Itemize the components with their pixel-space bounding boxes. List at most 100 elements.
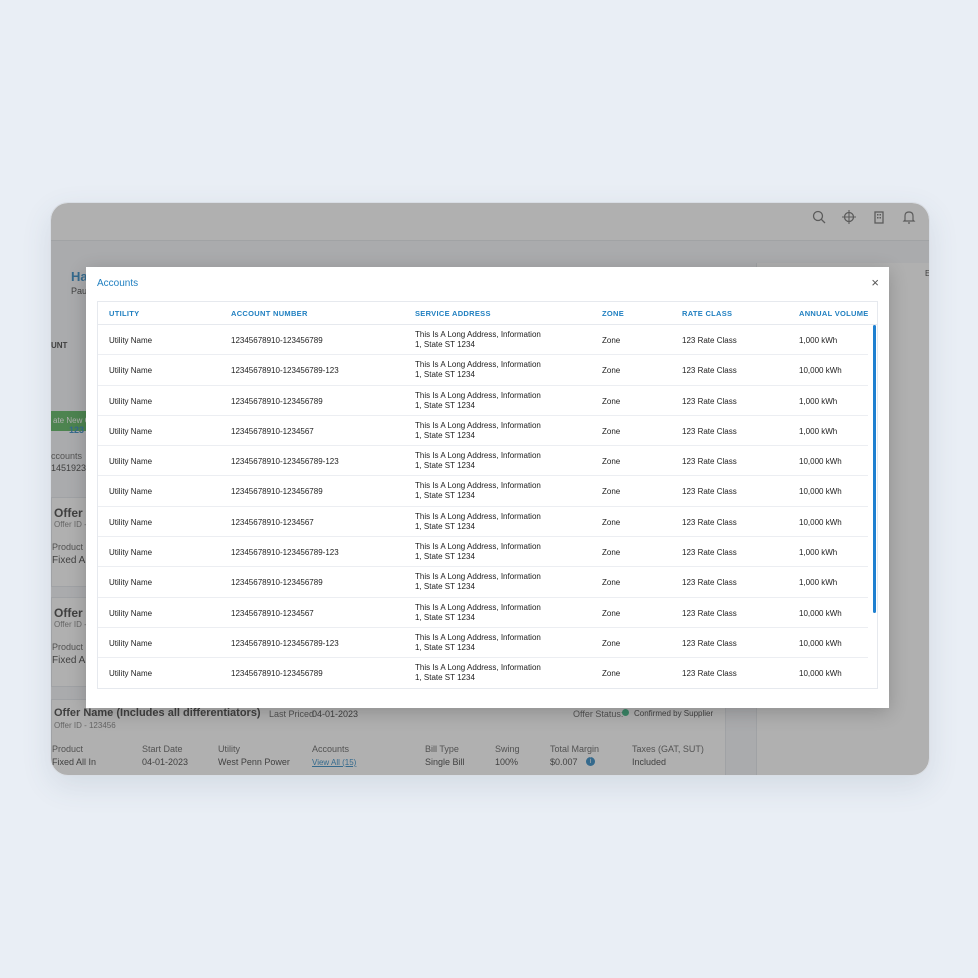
address-line-2: 1, State ST 1234 (415, 552, 475, 562)
address-line-1: This Is A Long Address, Information (415, 632, 541, 642)
address-line-1: This Is A Long Address, Information (415, 542, 541, 552)
service-address-cell: This Is A Long Address, Information 1, St… (415, 481, 541, 501)
utility-cell: Utility Name (109, 426, 153, 436)
address-line-1: This Is A Long Address, Information (415, 360, 541, 370)
service-address-cell: This Is A Long Address, Information 1, St… (415, 360, 541, 380)
zone-cell: Zone (602, 669, 621, 679)
table-row[interactable]: Utility Name 12345678910-123456789-123 Thi… (98, 355, 868, 386)
utility-cell: Utility Name (109, 366, 153, 376)
table-row[interactable]: Utility Name 12345678910-1234567 This Is A… (98, 507, 868, 538)
column-header-annual-volume[interactable]: ANNUAL VOLUME (799, 309, 869, 318)
account-number-cell: 12345678910-123456789-123 (231, 638, 339, 648)
utility-cell: Utility Name (109, 396, 153, 406)
account-number-cell: 12345678910-123456789 (231, 578, 323, 588)
zone-cell: Zone (602, 578, 621, 588)
zone-cell: Zone (602, 487, 621, 497)
service-address-cell: This Is A Long Address, Information 1, St… (415, 391, 541, 411)
table-row[interactable]: Utility Name 12345678910-123456789-123 Thi… (98, 537, 868, 568)
service-address-cell: This Is A Long Address, Information 1, St… (415, 572, 541, 592)
zone-cell: Zone (602, 426, 621, 436)
table-scrollbar[interactable] (873, 325, 876, 613)
rate-class-cell: 123 Rate Class (682, 638, 737, 648)
account-number-cell: 12345678910-123456789 (231, 336, 323, 345)
table-row[interactable]: Utility Name 12345678910-123456789 This Is… (98, 386, 868, 416)
service-address-cell: This Is A Long Address, Information 1, St… (415, 633, 541, 653)
table-row[interactable]: Utility Name 12345678910-1234567 This Is A… (98, 598, 868, 628)
address-line-2: 1, State ST 1234 (415, 612, 475, 622)
rate-class-cell: 123 Rate Class (682, 548, 737, 558)
account-number-cell: 12345678910-1234567 (231, 426, 314, 436)
table-row[interactable]: Utility Name 12345678910-123456789-123 Thi… (98, 628, 868, 659)
address-line-2: 1, State ST 1234 (415, 430, 475, 440)
close-icon[interactable]: × (871, 276, 879, 290)
service-address-cell: This Is A Long Address, Information 1, St… (415, 330, 541, 350)
table-row[interactable]: Utility Name 12345678910-123456789 This Is… (98, 476, 868, 507)
column-header-utility[interactable]: UTILITY (109, 309, 139, 318)
service-address-cell: This Is A Long Address, Information 1, St… (415, 663, 541, 683)
address-line-2: 1, State ST 1234 (415, 370, 475, 380)
address-line-1: This Is A Long Address, Information (415, 572, 541, 582)
annual-volume-cell: 10,000 kWh (799, 517, 842, 527)
column-header-zone[interactable]: ZONE (602, 309, 624, 318)
address-line-1: This Is A Long Address, Information (415, 451, 541, 461)
rate-class-cell: 123 Rate Class (682, 396, 737, 406)
service-address-cell: This Is A Long Address, Information 1, St… (415, 451, 541, 471)
utility-cell: Utility Name (109, 457, 153, 467)
rate-class-cell: 123 Rate Class (682, 578, 737, 588)
address-line-2: 1, State ST 1234 (415, 491, 475, 501)
table-header: UTILITY ACCOUNT NUMBER SERVICE ADDRESS Z… (98, 302, 877, 325)
service-address-cell: This Is A Long Address, Information 1, St… (415, 603, 541, 623)
address-line-2: 1, State ST 1234 (415, 340, 475, 349)
table-row[interactable]: Utility Name 12345678910-123456789 This Is… (98, 658, 868, 688)
address-line-2: 1, State ST 1234 (415, 673, 475, 683)
address-line-1: This Is A Long Address, Information (415, 420, 541, 430)
address-line-2: 1, State ST 1234 (415, 461, 475, 471)
zone-cell: Zone (602, 396, 621, 406)
column-header-service-address[interactable]: SERVICE ADDRESS (415, 309, 491, 318)
utility-cell: Utility Name (109, 669, 153, 679)
utility-cell: Utility Name (109, 517, 153, 527)
zone-cell: Zone (602, 366, 621, 376)
table-row[interactable]: Utility Name 12345678910-1234567 This Is A… (98, 416, 868, 447)
modal-title: Accounts (97, 278, 139, 289)
annual-volume-cell: 1,000 kWh (799, 578, 838, 588)
annual-volume-cell: 10,000 kWh (799, 366, 842, 376)
address-line-2: 1, State ST 1234 (415, 642, 475, 652)
rate-class-cell: 123 Rate Class (682, 366, 737, 376)
table-row[interactable]: Utility Name 12345678910-123456789 This Is… (98, 567, 868, 598)
column-header-account-number[interactable]: ACCOUNT NUMBER (231, 309, 308, 318)
zone-cell: Zone (602, 517, 621, 527)
rate-class-cell: 123 Rate Class (682, 426, 737, 436)
address-line-2: 1, State ST 1234 (415, 582, 475, 592)
annual-volume-cell: 10,000 kWh (799, 669, 842, 679)
account-number-cell: 12345678910-1234567 (231, 517, 314, 527)
address-line-1: This Is A Long Address, Information (415, 602, 541, 612)
zone-cell: Zone (602, 638, 621, 648)
account-number-cell: 12345678910-1234567 (231, 608, 314, 618)
table-row[interactable]: Utility Name 12345678910-123456789-123 Thi… (98, 446, 868, 477)
annual-volume-cell: 10,000 kWh (799, 638, 842, 648)
rate-class-cell: 123 Rate Class (682, 608, 737, 618)
address-line-1: This Is A Long Address, Information (415, 511, 541, 521)
annual-volume-cell: 10,000 kWh (799, 487, 842, 497)
rate-class-cell: 123 Rate Class (682, 487, 737, 497)
utility-cell: Utility Name (109, 608, 153, 618)
service-address-cell: This Is A Long Address, Information 1, St… (415, 421, 541, 441)
address-line-1: This Is A Long Address, Information (415, 330, 541, 339)
annual-volume-cell: 1,000 kWh (799, 396, 838, 406)
zone-cell: Zone (602, 608, 621, 618)
address-line-2: 1, State ST 1234 (415, 521, 475, 531)
column-header-rate-class[interactable]: RATE CLASS (682, 309, 732, 318)
address-line-1: This Is A Long Address, Information (415, 663, 541, 673)
accounts-modal: Accounts × UTILITY ACCOUNT NUMBER SERVIC… (86, 267, 889, 708)
accounts-table: UTILITY ACCOUNT NUMBER SERVICE ADDRESS Z… (97, 301, 878, 689)
utility-cell: Utility Name (109, 487, 153, 497)
annual-volume-cell: 1,000 kWh (799, 426, 838, 436)
account-number-cell: 12345678910-123456789 (231, 487, 323, 497)
account-number-cell: 12345678910-123456789-123 (231, 457, 339, 467)
table-row[interactable]: Utility Name 12345678910-123456789 This Is… (98, 325, 868, 356)
rate-class-cell: 123 Rate Class (682, 669, 737, 679)
service-address-cell: This Is A Long Address, Information 1, St… (415, 542, 541, 562)
rate-class-cell: 123 Rate Class (682, 517, 737, 527)
annual-volume-cell: 10,000 kWh (799, 457, 842, 467)
